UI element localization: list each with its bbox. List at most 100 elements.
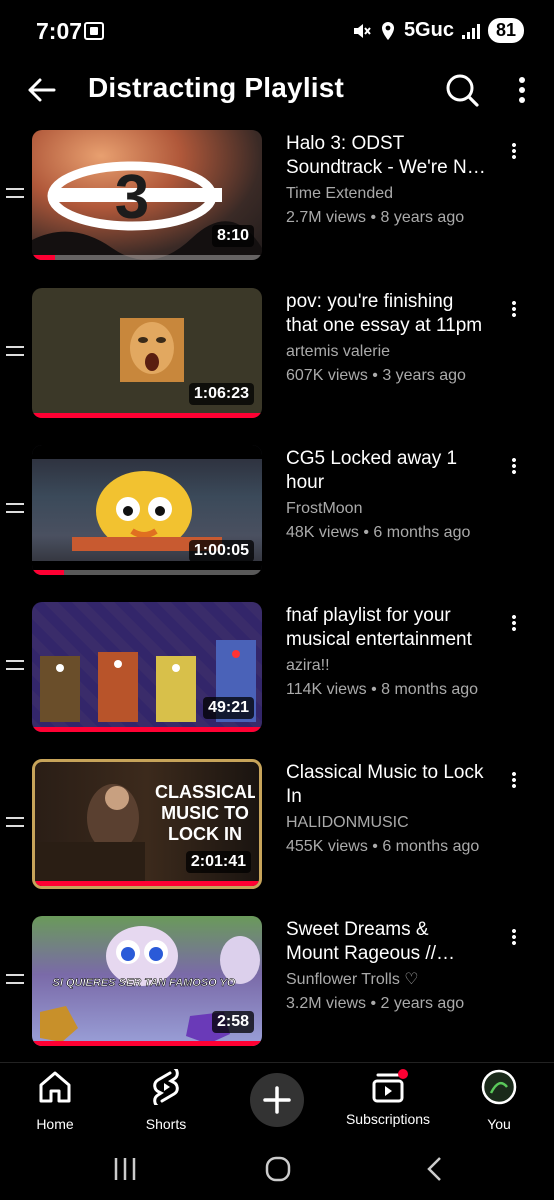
channel-name: azira!! bbox=[286, 657, 330, 674]
status-time: 7:07 bbox=[36, 18, 83, 44]
nav-you-label: You bbox=[487, 1116, 511, 1132]
watch-progress bbox=[35, 881, 259, 886]
video-info[interactable]: Classical Music to Lock In HALIDONMUSIC … bbox=[286, 761, 486, 859]
video-info[interactable]: pov: you're finishing that one essay at … bbox=[286, 290, 486, 388]
channel-name: FrostMoon bbox=[286, 500, 363, 517]
shorts-icon bbox=[153, 1065, 179, 1109]
drag-handle-icon[interactable] bbox=[6, 503, 24, 515]
list-item[interactable]: 49:21 fnaf playlist for your musical ent… bbox=[0, 602, 554, 732]
video-meta: 455K views • 6 months ago bbox=[286, 838, 480, 855]
more-vertical-icon bbox=[512, 928, 516, 946]
channel-name: artemis valerie bbox=[286, 343, 391, 360]
home-icon bbox=[39, 1071, 71, 1103]
video-title: pov: you're finishing that one essay at … bbox=[286, 291, 483, 336]
watch-progress bbox=[32, 413, 262, 418]
page-title: Distracting Playlist bbox=[88, 72, 345, 103]
more-options-button[interactable] bbox=[508, 68, 536, 112]
more-vertical-icon bbox=[512, 300, 516, 318]
video-duration: 2:58 bbox=[211, 1011, 254, 1033]
search-button[interactable] bbox=[440, 68, 484, 112]
video-title: Sweet Dreams & Mount Rageous // Trolls bbox=[286, 919, 436, 964]
video-thumbnail[interactable]: 1:00:05 bbox=[32, 445, 262, 575]
video-thumbnail[interactable]: SI QUIERES SER TAN FAMOSO YO 2:58 bbox=[32, 916, 262, 1046]
video-title: fnaf playlist for your musical entertain… bbox=[286, 605, 472, 650]
thumbnail-text: CLASSICAL MUSIC TO LOCK IN bbox=[155, 782, 255, 844]
video-more-button[interactable] bbox=[500, 136, 528, 166]
more-vertical-icon bbox=[519, 77, 525, 103]
recent-apps-button[interactable] bbox=[110, 1154, 140, 1184]
drag-handle-icon[interactable] bbox=[6, 660, 24, 672]
home-circle-icon bbox=[265, 1156, 291, 1182]
network-label: 5Guc bbox=[403, 19, 454, 41]
signal-icon bbox=[461, 23, 480, 39]
video-more-button[interactable] bbox=[500, 608, 528, 638]
nav-shorts-label: Shorts bbox=[145, 1116, 187, 1132]
video-thumbnail[interactable]: 1:06:23 bbox=[32, 288, 262, 418]
create-button[interactable] bbox=[250, 1073, 304, 1127]
video-meta: 48K views • 6 months ago bbox=[286, 524, 471, 541]
video-duration: 1:00:05 bbox=[188, 540, 254, 562]
video-more-button[interactable] bbox=[500, 451, 528, 481]
video-info[interactable]: Halo 3: ODST Soundtrack - We're Not Goin… bbox=[286, 132, 486, 230]
watch-progress bbox=[32, 255, 262, 260]
drag-handle-icon[interactable] bbox=[6, 346, 24, 358]
home-system-button[interactable] bbox=[263, 1154, 293, 1184]
video-meta: 607K views • 3 years ago bbox=[286, 367, 466, 384]
chevron-left-icon bbox=[427, 1157, 441, 1181]
video-more-button[interactable] bbox=[500, 922, 528, 952]
video-info[interactable]: CG5 Locked away 1 hour FrostMoon 48K vie… bbox=[286, 447, 486, 545]
video-meta: 114K views • 8 months ago bbox=[286, 681, 479, 698]
watch-progress bbox=[32, 1041, 262, 1046]
more-vertical-icon bbox=[512, 142, 516, 160]
status-bar: 7:07 5Guc 81 bbox=[0, 0, 554, 62]
video-thumbnail[interactable]: CLASSICAL MUSIC TO LOCK IN 2:01:41 bbox=[32, 759, 262, 889]
nav-subscriptions[interactable]: Subscriptions bbox=[333, 1069, 443, 1127]
channel-name: HALIDONMUSIC bbox=[286, 814, 409, 831]
list-item[interactable]: 1:06:23 pov: you're finishing that one e… bbox=[0, 288, 554, 418]
drag-handle-icon[interactable] bbox=[6, 188, 24, 200]
video-thumbnail[interactable]: 3 8:10 bbox=[32, 130, 262, 260]
video-duration: 2:01:41 bbox=[185, 851, 251, 873]
video-title: Classical Music to Lock In bbox=[286, 762, 484, 807]
app-bar: Distracting Playlist bbox=[0, 62, 554, 118]
video-title: Halo 3: ODST Soundtrack - We're Not Goin… bbox=[286, 133, 483, 178]
video-duration: 49:21 bbox=[203, 697, 254, 719]
video-thumbnail[interactable]: 49:21 bbox=[32, 602, 262, 732]
channel-name: Time Extended bbox=[286, 185, 394, 202]
location-icon bbox=[381, 21, 394, 40]
back-button[interactable] bbox=[22, 70, 62, 110]
list-item[interactable]: SI QUIERES SER TAN FAMOSO YO 2:58 Sweet … bbox=[0, 916, 554, 1046]
video-meta: 3.2M views • 2 years ago bbox=[286, 995, 465, 1012]
battery-badge: 81 bbox=[487, 18, 524, 43]
list-item[interactable]: 1:00:05 CG5 Locked away 1 hour FrostMoon… bbox=[0, 445, 554, 575]
avatar bbox=[481, 1069, 517, 1105]
video-info[interactable]: fnaf playlist for your musical entertain… bbox=[286, 604, 486, 702]
more-vertical-icon bbox=[512, 457, 516, 475]
watch-progress bbox=[32, 570, 262, 575]
channel-name: Sunflower Trolls ♡ bbox=[286, 971, 419, 988]
notification-dot bbox=[398, 1069, 408, 1079]
nav-subscriptions-label: Subscriptions bbox=[345, 1111, 431, 1127]
video-more-button[interactable] bbox=[500, 294, 528, 324]
thumbnail-text: SI QUIERES SER TAN FAMOSO YO bbox=[53, 977, 236, 989]
drag-handle-icon[interactable] bbox=[6, 974, 24, 986]
drag-handle-icon[interactable] bbox=[6, 817, 24, 829]
more-vertical-icon bbox=[512, 614, 516, 632]
search-icon bbox=[446, 74, 479, 107]
video-more-button[interactable] bbox=[500, 765, 528, 795]
list-item[interactable]: 3 8:10 Halo 3: ODST Soundtrack - We're N… bbox=[0, 130, 554, 260]
mute-icon bbox=[353, 23, 371, 38]
arrow-left-icon bbox=[28, 78, 56, 102]
watch-progress bbox=[32, 727, 262, 732]
plus-icon bbox=[263, 1086, 291, 1114]
video-title: CG5 Locked away 1 hour bbox=[286, 448, 458, 493]
video-duration: 8:10 bbox=[211, 225, 254, 247]
screen-record-icon bbox=[84, 22, 104, 40]
nav-shorts[interactable]: Shorts bbox=[111, 1065, 221, 1132]
nav-you[interactable]: You bbox=[444, 1069, 554, 1132]
nav-home[interactable]: Home bbox=[0, 1069, 110, 1132]
more-vertical-icon bbox=[512, 771, 516, 789]
video-info[interactable]: Sweet Dreams & Mount Rageous // Trolls S… bbox=[286, 918, 486, 1016]
list-item[interactable]: CLASSICAL MUSIC TO LOCK IN 2:01:41 Class… bbox=[0, 759, 554, 889]
back-system-button[interactable] bbox=[420, 1154, 450, 1184]
